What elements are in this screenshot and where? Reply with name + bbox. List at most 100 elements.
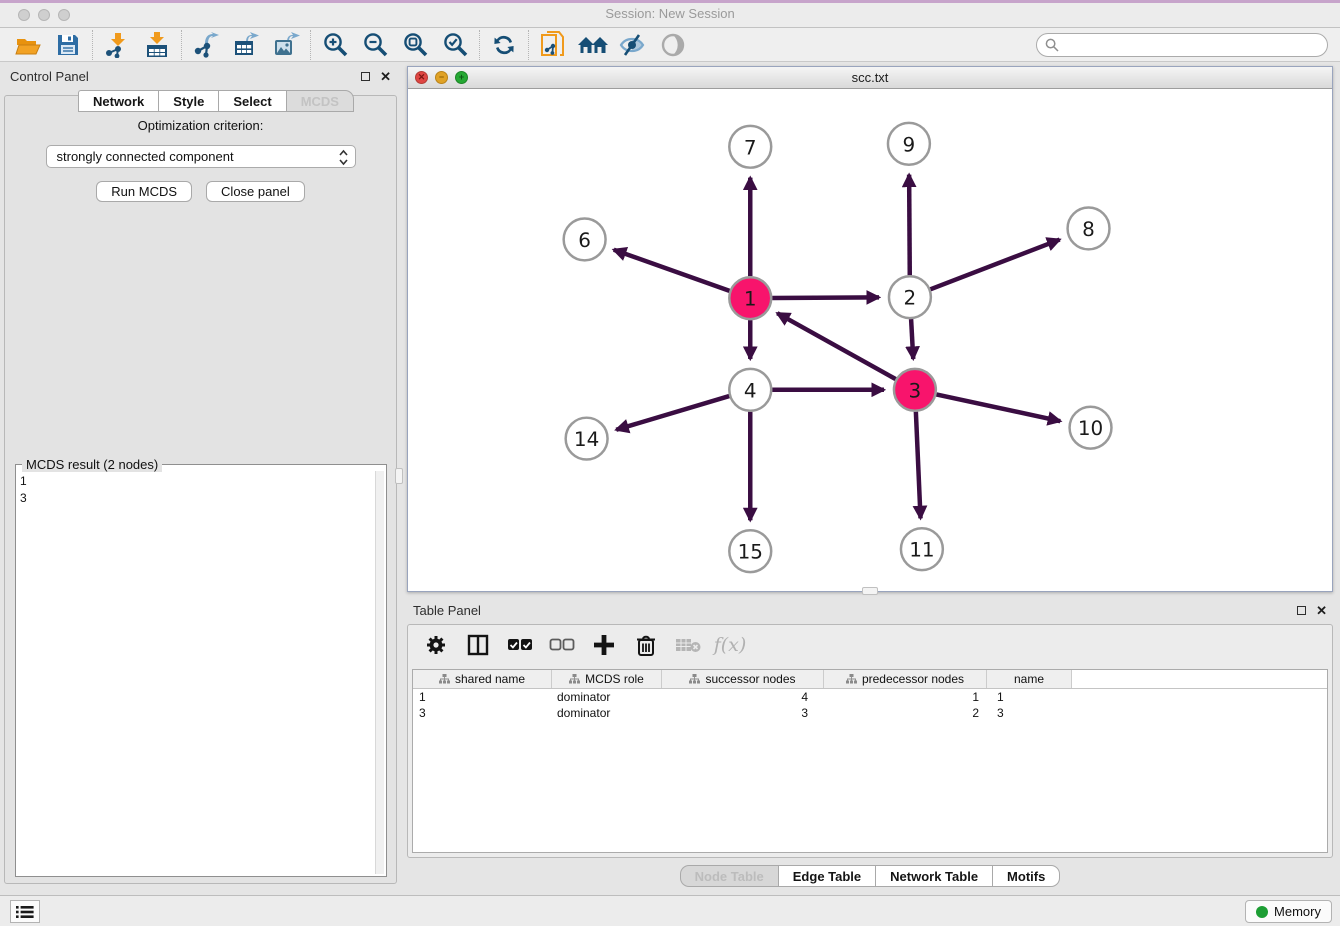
zoom-fit-button[interactable]	[395, 30, 435, 60]
refresh-button[interactable]	[484, 30, 524, 60]
graph-node-9[interactable]: 9	[888, 123, 930, 165]
clone-network-button[interactable]	[533, 30, 573, 60]
hierarchy-icon	[439, 674, 450, 684]
import-network-button[interactable]	[97, 30, 137, 60]
graph-edge-2-3[interactable]	[911, 319, 913, 359]
graph-edge-2-8[interactable]	[930, 240, 1059, 290]
search-box[interactable]	[1036, 33, 1328, 57]
zoom-out-button[interactable]	[355, 30, 395, 60]
zoom-selected-button[interactable]	[435, 30, 475, 60]
column-header-name[interactable]: name	[987, 670, 1072, 688]
export-table-button[interactable]	[226, 30, 266, 60]
mcds-result-list[interactable]: 13	[20, 473, 374, 874]
export-network-button[interactable]	[186, 30, 226, 60]
delete-column-button[interactable]	[630, 629, 662, 661]
open-file-button[interactable]	[8, 30, 48, 60]
vertical-splitter-grip[interactable]	[395, 468, 403, 484]
column-header-shared-name[interactable]: shared name	[413, 670, 552, 688]
graph-edge-3-11[interactable]	[916, 412, 921, 519]
delete-table-icon	[675, 637, 701, 653]
hide-graphics-details-button[interactable]	[613, 30, 653, 60]
table-cell[interactable]: 1	[413, 689, 552, 705]
result-scrollbar[interactable]	[375, 471, 384, 874]
zoom-in-button[interactable]	[315, 30, 355, 60]
graph-node-8[interactable]: 8	[1068, 208, 1110, 250]
network-minimize-button[interactable]: −	[435, 71, 448, 84]
network-view-window: scc.txt ✕ − + 1 2 3 4 6 7 8 9 10 11 14 15	[407, 66, 1333, 592]
graph-edge-4-14[interactable]	[616, 396, 729, 430]
table-cell[interactable]: 2	[824, 705, 987, 721]
network-zoom-button[interactable]: +	[455, 71, 468, 84]
select-all-columns-button[interactable]	[504, 629, 536, 661]
float-panel-icon[interactable]	[361, 72, 370, 81]
save-session-button[interactable]	[48, 30, 88, 60]
column-header-mcds-role[interactable]: MCDS role	[552, 670, 662, 688]
close-panel-button[interactable]: Close panel	[206, 181, 305, 202]
graph-edge-3-10[interactable]	[936, 394, 1060, 421]
table-cell[interactable]: dominator	[552, 689, 662, 705]
network-close-button[interactable]: ✕	[415, 71, 428, 84]
table-cell[interactable]: 3	[413, 705, 552, 721]
svg-text:14: 14	[574, 428, 599, 451]
graph-node-6[interactable]: 6	[564, 218, 606, 260]
float-table-panel-icon[interactable]	[1297, 606, 1306, 615]
close-panel-icon[interactable]: ✕	[380, 70, 391, 83]
table-cell[interactable]: 1	[987, 689, 1072, 705]
show-columns-button[interactable]	[462, 629, 494, 661]
tab-network-table[interactable]: Network Table	[875, 865, 992, 887]
birds-eye-view-button[interactable]	[653, 30, 693, 60]
graph-edge-2-9[interactable]	[909, 175, 910, 276]
memory-button[interactable]: Memory	[1245, 900, 1332, 923]
optimization-criterion-label: Optimization criterion:	[5, 118, 396, 133]
column-header-predecessor-nodes[interactable]: predecessor nodes	[824, 670, 987, 688]
graph-edge-3-1[interactable]	[777, 313, 895, 379]
graph-node-3[interactable]: 3	[894, 369, 936, 411]
export-image-button[interactable]	[266, 30, 306, 60]
graph-node-4[interactable]: 4	[729, 369, 771, 411]
horizontal-splitter-grip[interactable]	[862, 587, 878, 595]
table-panel: Table Panel ✕	[407, 600, 1333, 890]
graph-node-15[interactable]: 15	[729, 530, 771, 572]
table-cell[interactable]: 3	[662, 705, 824, 721]
delete-table-button[interactable]	[672, 629, 704, 661]
tab-node-table[interactable]: Node Table	[680, 865, 778, 887]
table-body: 1dominator4113dominator323	[413, 689, 1327, 721]
table-row[interactable]: 1dominator411	[413, 689, 1327, 705]
tab-network[interactable]: Network	[78, 90, 158, 112]
table-row[interactable]: 3dominator323	[413, 705, 1327, 721]
graph-node-1[interactable]: 1	[729, 277, 771, 319]
table-options-button[interactable]	[420, 629, 452, 661]
graph-node-2[interactable]: 2	[889, 276, 931, 318]
svg-text:3: 3	[909, 379, 922, 402]
column-header-successor-nodes[interactable]: successor nodes	[662, 670, 824, 688]
add-column-button[interactable]	[588, 629, 620, 661]
table-cell[interactable]: 3	[987, 705, 1072, 721]
network-canvas[interactable]: 1 2 3 4 6 7 8 9 10 11 14 15	[408, 89, 1332, 591]
graph-node-14[interactable]: 14	[566, 418, 608, 460]
graph-edge-1-2[interactable]	[772, 297, 879, 298]
table-header-row: shared name MCDS role successor nodes	[413, 670, 1327, 689]
task-history-button[interactable]	[10, 900, 40, 923]
graph-node-10[interactable]: 10	[1070, 407, 1112, 449]
result-item: 1	[20, 473, 374, 490]
close-table-panel-icon[interactable]: ✕	[1316, 604, 1327, 617]
graph-node-11[interactable]: 11	[901, 528, 943, 570]
tab-select[interactable]: Select	[218, 90, 285, 112]
tab-style[interactable]: Style	[158, 90, 218, 112]
tab-mcds[interactable]: MCDS	[286, 90, 354, 112]
graph-edge-1-6[interactable]	[614, 250, 730, 291]
criterion-dropdown[interactable]: strongly connected component	[46, 145, 356, 168]
import-table-button[interactable]	[137, 30, 177, 60]
home-layout-button[interactable]	[573, 30, 613, 60]
graph-node-7[interactable]: 7	[729, 126, 771, 168]
network-window-titlebar[interactable]: scc.txt ✕ − +	[408, 67, 1332, 89]
tab-edge-table[interactable]: Edge Table	[778, 865, 875, 887]
unselect-all-columns-button[interactable]	[546, 629, 578, 661]
table-cell[interactable]: 1	[824, 689, 987, 705]
table-cell[interactable]: 4	[662, 689, 824, 705]
table-cell[interactable]: dominator	[552, 705, 662, 721]
run-mcds-button[interactable]: Run MCDS	[96, 181, 192, 202]
tab-motifs[interactable]: Motifs	[992, 865, 1060, 887]
search-input[interactable]	[1064, 38, 1319, 52]
function-builder-button[interactable]: f(x)	[714, 629, 746, 661]
